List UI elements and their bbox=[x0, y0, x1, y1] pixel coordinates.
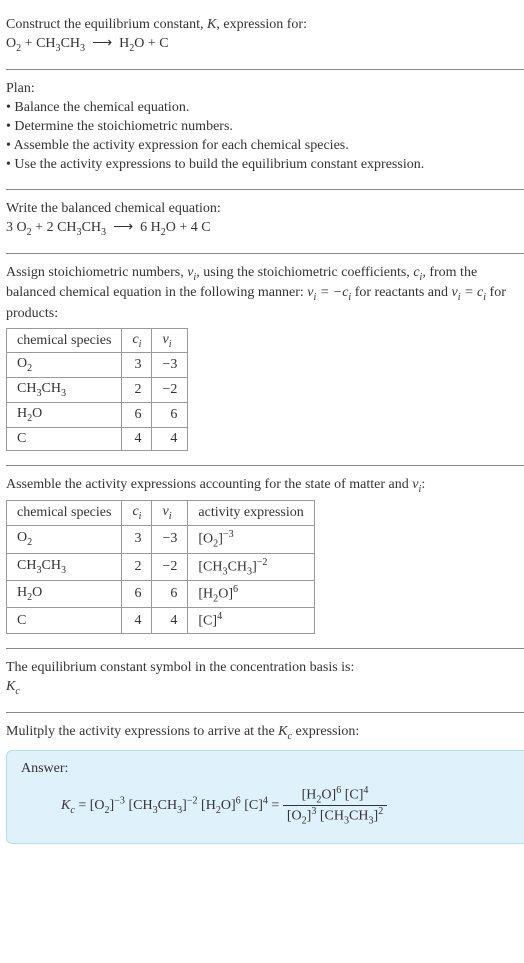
separator bbox=[6, 189, 524, 190]
assemble-t2: : bbox=[421, 477, 425, 492]
fraction-den: [O2]3 [CH3CH3]2 bbox=[283, 806, 387, 826]
activity-cell: [O2]−3 bbox=[188, 526, 314, 553]
stoich-rel2: νi = ci bbox=[452, 285, 487, 300]
multiply-kc: Kc bbox=[278, 724, 292, 739]
table-row: H2O 6 6 [H2O]6 bbox=[7, 580, 315, 607]
prompt-block: Construct the equilibrium constant, K, e… bbox=[6, 10, 524, 65]
nui-cell: 6 bbox=[152, 403, 188, 428]
table-row: chemical species ci νi bbox=[7, 328, 188, 353]
separator bbox=[6, 465, 524, 466]
ci-cell: 6 bbox=[122, 580, 152, 607]
table-row: chemical species ci νi activity expressi… bbox=[7, 501, 315, 526]
species-cell: O2 bbox=[7, 353, 122, 378]
activity-text: Assemble the activity expressions accoun… bbox=[6, 476, 524, 496]
stoich-block: Assign stoichiometric numbers, νi, using… bbox=[6, 258, 524, 461]
stoich-t1: Assign stoichiometric numbers, bbox=[6, 265, 187, 280]
table-row: O2 3 −3 bbox=[7, 353, 188, 378]
nui-cell: −3 bbox=[152, 526, 188, 553]
stoich-t2: , using the stoichiometric coefficients, bbox=[196, 265, 413, 280]
nui-cell: 6 bbox=[152, 580, 188, 607]
table-row: C 4 4 bbox=[7, 427, 188, 450]
multiply-block: Mulitply the activity expressions to arr… bbox=[6, 717, 524, 853]
fraction: [H2O]6 [C]4 [O2]3 [CH3CH3]2 bbox=[283, 785, 387, 827]
fraction-num: [H2O]6 [C]4 bbox=[283, 785, 387, 806]
species-cell: O2 bbox=[7, 526, 122, 553]
table-row: C 4 4 [C]4 bbox=[7, 608, 315, 634]
col-species: chemical species bbox=[7, 501, 122, 526]
separator bbox=[6, 69, 524, 70]
symbol-block: The equilibrium constant symbol in the c… bbox=[6, 653, 524, 708]
ci-cell: 6 bbox=[122, 403, 152, 428]
balanced-equation: 3 O2 + 2 CH3CH3 ⟶ 6 H2O + 4 C bbox=[6, 219, 524, 239]
multiply-t1: Mulitply the activity expressions to arr… bbox=[6, 724, 278, 739]
balanced-block: Write the balanced chemical equation: 3 … bbox=[6, 194, 524, 249]
table-row: H2O 6 6 bbox=[7, 403, 188, 428]
ci-cell: 2 bbox=[122, 553, 152, 580]
multiply-t2: expression: bbox=[292, 724, 359, 739]
species-cell: H2O bbox=[7, 580, 122, 607]
symbol-kc: Kc bbox=[6, 678, 524, 698]
plan-item-2: • Determine the stoichiometric numbers. bbox=[6, 118, 524, 137]
prompt-K: K bbox=[207, 17, 216, 32]
activity-cell: [H2O]6 bbox=[188, 580, 314, 607]
species-cell: C bbox=[7, 427, 122, 450]
table-row: CH3CH3 2 −2 bbox=[7, 378, 188, 403]
answer-label: Answer: bbox=[21, 761, 515, 777]
col-species: chemical species bbox=[7, 328, 122, 353]
stoich-rel1: νi = −ci bbox=[307, 285, 351, 300]
col-ci: ci bbox=[122, 501, 152, 526]
prompt-text: Construct the equilibrium constant, K, e… bbox=[6, 16, 524, 35]
nui-cell: 4 bbox=[152, 427, 188, 450]
species-cell: CH3CH3 bbox=[7, 553, 122, 580]
activity-cell: [CH3CH3]−2 bbox=[188, 553, 314, 580]
stoich-rel1c: for reactants and bbox=[351, 285, 451, 300]
assemble-nu: νi bbox=[412, 477, 421, 492]
stoich-nu: νi bbox=[187, 265, 196, 280]
col-nui: νi bbox=[152, 328, 188, 353]
plan-item-3: • Assemble the activity expression for e… bbox=[6, 137, 524, 156]
stoich-table: chemical species ci νi O2 3 −3 CH3CH3 2 … bbox=[6, 328, 188, 451]
symbol-text: The equilibrium constant symbol in the c… bbox=[6, 659, 524, 678]
col-ci: ci bbox=[122, 328, 152, 353]
separator bbox=[6, 253, 524, 254]
col-activity: activity expression bbox=[188, 501, 314, 526]
separator bbox=[6, 648, 524, 649]
nui-cell: −2 bbox=[152, 553, 188, 580]
assemble-t1: Assemble the activity expressions accoun… bbox=[6, 477, 412, 492]
answer-equation: Kc = [O2]−3 [CH3CH3]−2 [H2O]6 [C]4 = [H2… bbox=[61, 785, 515, 827]
activity-block: Assemble the activity expressions accoun… bbox=[6, 470, 524, 644]
col-nui: νi bbox=[152, 501, 188, 526]
stoich-text: Assign stoichiometric numbers, νi, using… bbox=[6, 264, 524, 324]
activity-table: chemical species ci νi activity expressi… bbox=[6, 500, 315, 634]
plan-heading: Plan: bbox=[6, 80, 524, 99]
ci-cell: 2 bbox=[122, 378, 152, 403]
prompt-equation: O2 + CH3CH3 ⟶ H2O + C bbox=[6, 35, 524, 55]
species-cell: C bbox=[7, 608, 122, 634]
activity-cell: [C]4 bbox=[188, 608, 314, 634]
plan-item-4: • Use the activity expressions to build … bbox=[6, 156, 524, 175]
nui-cell: −2 bbox=[152, 378, 188, 403]
table-row: O2 3 −3 [O2]−3 bbox=[7, 526, 315, 553]
species-cell: H2O bbox=[7, 403, 122, 428]
balanced-heading: Write the balanced chemical equation: bbox=[6, 200, 524, 219]
nui-cell: −3 bbox=[152, 353, 188, 378]
multiply-text: Mulitply the activity expressions to arr… bbox=[6, 723, 524, 743]
plan-block: Plan: • Balance the chemical equation. •… bbox=[6, 74, 524, 184]
answer-box: Answer: Kc = [O2]−3 [CH3CH3]−2 [H2O]6 [C… bbox=[6, 750, 524, 844]
table-row: CH3CH3 2 −2 [CH3CH3]−2 bbox=[7, 553, 315, 580]
ci-cell: 4 bbox=[122, 608, 152, 634]
nui-cell: 4 bbox=[152, 608, 188, 634]
ci-cell: 4 bbox=[122, 427, 152, 450]
prompt-text-2: , expression for: bbox=[216, 17, 307, 32]
separator bbox=[6, 712, 524, 713]
species-cell: CH3CH3 bbox=[7, 378, 122, 403]
prompt-text-1: Construct the equilibrium constant, bbox=[6, 17, 207, 32]
ci-cell: 3 bbox=[122, 526, 152, 553]
stoich-c: ci bbox=[413, 265, 422, 280]
plan-item-1: • Balance the chemical equation. bbox=[6, 99, 524, 118]
ci-cell: 3 bbox=[122, 353, 152, 378]
